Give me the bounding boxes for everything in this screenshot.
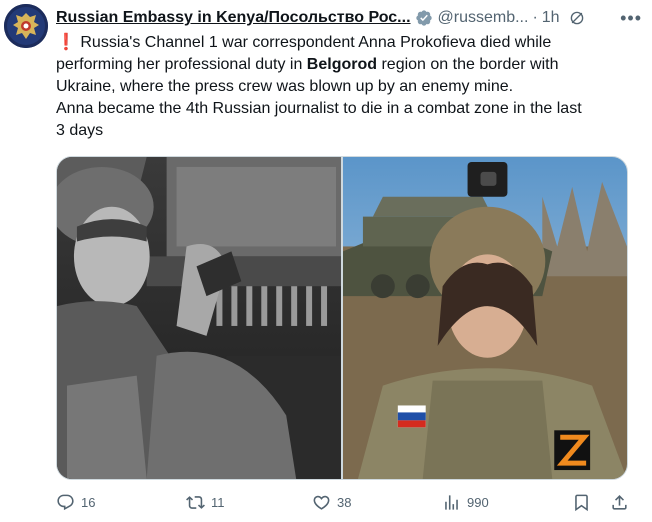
action-bar: 16 11 38 990	[50, 490, 640, 514]
tweet-line-5: 3 days	[56, 122, 104, 139]
tweet-line-2: performing her professional duty in Belg…	[56, 56, 559, 73]
reply-count: 16	[81, 494, 96, 510]
exclamation-icon: ❗	[56, 34, 76, 51]
coat-of-arms-icon	[4, 4, 48, 48]
reply-icon	[57, 494, 74, 510]
tweet-header: Russian Embassy in Kenya/Посольство Рос.…	[56, 6, 642, 30]
author-name[interactable]: Russian Embassy in Kenya/Посольство Рос.…	[56, 9, 411, 27]
tweet-line-1: ❗ Russia's Channel 1 war correspondent A…	[56, 34, 552, 51]
author-handle[interactable]: @russemb...	[438, 9, 529, 27]
tweet[interactable]: Russian Embassy in Kenya/Посольство Рос.…	[0, 0, 652, 522]
views-count: 990	[467, 494, 489, 510]
photo-1[interactable]	[57, 157, 341, 479]
bold-text: Belgorod	[306, 56, 378, 73]
retweet-icon	[186, 495, 205, 509]
timestamp[interactable]: 1h	[542, 9, 560, 27]
retweet-button[interactable]: 11	[186, 493, 225, 512]
tweet-text: ❗ Russia's Channel 1 war correspondent A…	[56, 32, 636, 142]
tweet-line-3: Ukraine, where the press crew was blown …	[56, 78, 514, 95]
bookmark-button[interactable]	[572, 493, 591, 512]
views-button[interactable]: 990	[442, 493, 489, 512]
tweet-line-4: Anna became the 4th Russian journalist t…	[56, 100, 582, 117]
photo-2[interactable]	[343, 157, 627, 479]
reply-button[interactable]: 16	[56, 493, 95, 512]
retweet-count: 11	[211, 494, 225, 510]
like-count: 38	[337, 494, 352, 510]
like-button[interactable]: 38	[312, 493, 351, 512]
share-button[interactable]	[610, 493, 629, 512]
verified-badge-icon[interactable]	[415, 9, 433, 27]
bookmark-icon	[575, 494, 588, 511]
more-icon[interactable]: •••	[620, 8, 642, 29]
avatar[interactable]	[4, 4, 48, 48]
views-icon	[445, 494, 458, 510]
grok-icon[interactable]	[568, 9, 586, 27]
heart-icon	[313, 495, 330, 510]
separator: ·	[532, 9, 538, 26]
share-icon	[612, 494, 627, 510]
media-grid	[56, 156, 628, 480]
